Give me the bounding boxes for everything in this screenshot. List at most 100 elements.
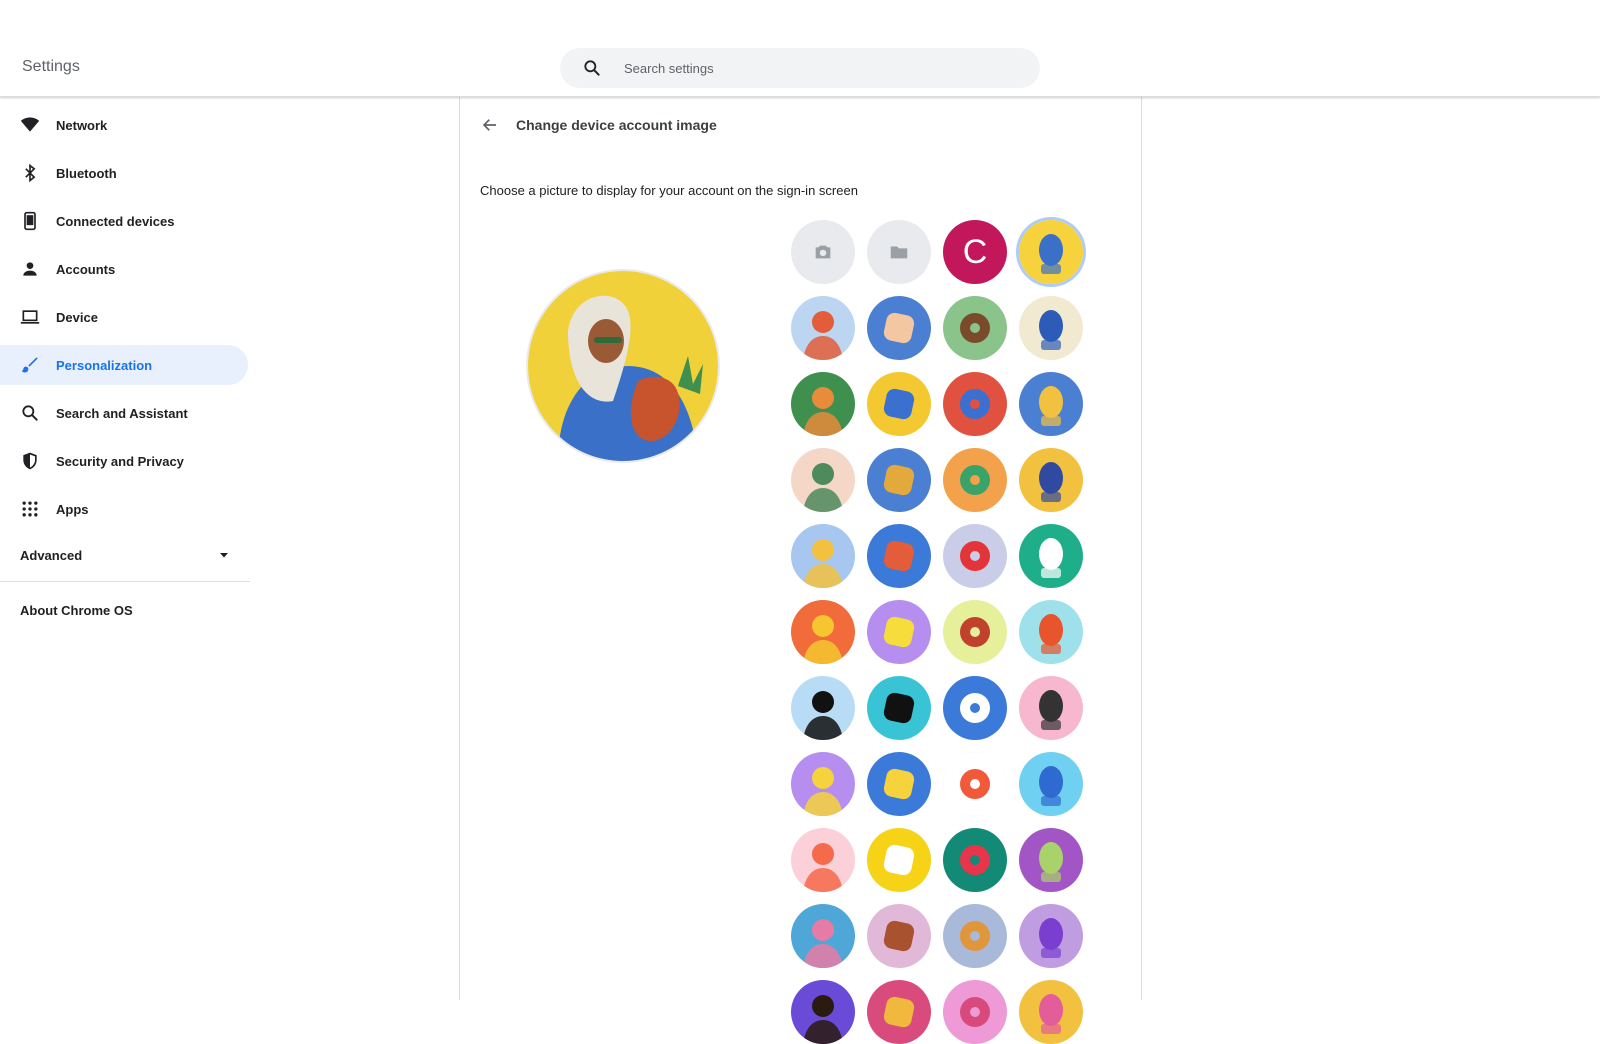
app-title: Settings: [22, 58, 80, 75]
avatar-illustration: [791, 676, 855, 740]
advanced-toggle[interactable]: Advanced: [0, 535, 248, 575]
avatar-option[interactable]: [867, 904, 931, 968]
avatar-option[interactable]: [867, 524, 931, 588]
avatar-illustration: [1019, 752, 1083, 816]
avatar-illustration: [943, 980, 1007, 1044]
sidebar-divider: [0, 581, 250, 582]
selected-avatar-preview: [526, 269, 720, 463]
back-arrow-icon[interactable]: [480, 115, 500, 135]
avatar-option[interactable]: [867, 980, 931, 1044]
avatar-option[interactable]: [943, 828, 1007, 892]
sidebar-item-bluetooth[interactable]: Bluetooth: [0, 153, 248, 193]
avatar-illustration: [943, 828, 1007, 892]
sidebar-item-label: Accounts: [56, 261, 116, 277]
avatar-option[interactable]: [1019, 980, 1083, 1044]
dropdown-arrow-icon: [218, 549, 230, 561]
sidebar-item-label: Search and Assistant: [56, 405, 188, 421]
avatar-option[interactable]: [867, 448, 931, 512]
avatar-illustration: [1019, 372, 1083, 436]
avatar-illustration: [943, 904, 1007, 968]
folder-icon: [890, 246, 908, 259]
sidebar-item-network[interactable]: Network: [0, 105, 248, 145]
search-icon: [582, 58, 602, 78]
avatar-option[interactable]: [943, 296, 1007, 360]
choose-file-option[interactable]: [867, 220, 931, 284]
avatar-option[interactable]: [1019, 828, 1083, 892]
sidebar-item-label: Bluetooth: [56, 165, 117, 181]
avatar-illustration: [943, 296, 1007, 360]
avatar-illustration: [791, 524, 855, 588]
avatar-option[interactable]: [943, 904, 1007, 968]
avatar-option[interactable]: [867, 828, 931, 892]
avatar-option[interactable]: [791, 448, 855, 512]
avatar-illustration: [1019, 828, 1083, 892]
avatar-option[interactable]: [1019, 524, 1083, 588]
avatar-option[interactable]: [791, 676, 855, 740]
sidebar: Network Bluetooth Connected devices Acco…: [0, 97, 250, 1000]
search-box[interactable]: [560, 48, 1040, 88]
search-icon: [20, 403, 40, 423]
sidebar-item-apps[interactable]: Apps: [0, 489, 248, 529]
avatar-option[interactable]: [867, 752, 931, 816]
initial-letter: C: [962, 232, 988, 271]
avatar-option[interactable]: [943, 676, 1007, 740]
search-input[interactable]: [622, 59, 1006, 77]
avatar-option[interactable]: [1019, 904, 1083, 968]
sidebar-item-accounts[interactable]: Accounts: [0, 249, 248, 289]
sidebar-item-label: Apps: [56, 501, 89, 517]
avatar-illustration: [867, 296, 931, 360]
sidebar-item-connected-devices[interactable]: Connected devices: [0, 201, 248, 241]
avatar-option[interactable]: [943, 372, 1007, 436]
sidebar-item-device[interactable]: Device: [0, 297, 248, 337]
avatar-option[interactable]: [867, 600, 931, 664]
avatar-option[interactable]: [943, 448, 1007, 512]
avatar-illustration: [791, 600, 855, 664]
avatar-option[interactable]: [791, 600, 855, 664]
avatar-illustration: [1019, 904, 1083, 968]
avatar-illustration: [867, 372, 931, 436]
laptop-icon: [20, 307, 40, 327]
phone-icon: [20, 211, 40, 231]
take-photo-option[interactable]: [791, 220, 855, 284]
avatar-option[interactable]: [1019, 220, 1083, 284]
avatar-option[interactable]: [791, 296, 855, 360]
avatar-option[interactable]: [943, 752, 1007, 816]
avatar-grid: C: [791, 220, 1083, 1044]
page-title: Change device account image: [516, 117, 717, 133]
avatar-option[interactable]: [791, 524, 855, 588]
avatar-illustration: [1019, 448, 1083, 512]
avatar-option[interactable]: [791, 372, 855, 436]
avatar-option[interactable]: [1019, 372, 1083, 436]
subpage-header: Change device account image: [480, 111, 717, 139]
avatar-illustration: [1019, 676, 1083, 740]
avatar-illustration: [867, 600, 931, 664]
avatar-option[interactable]: [791, 828, 855, 892]
avatar-illustration: [943, 752, 1007, 816]
avatar-illustration: [791, 448, 855, 512]
avatar-option[interactable]: [791, 904, 855, 968]
avatar-option[interactable]: [1019, 752, 1083, 816]
avatar-option[interactable]: [1019, 296, 1083, 360]
avatar-option[interactable]: [943, 980, 1007, 1044]
avatar-option[interactable]: [867, 296, 931, 360]
avatar-option[interactable]: [943, 524, 1007, 588]
avatar-option[interactable]: [791, 980, 855, 1044]
avatar-illustration: [943, 600, 1007, 664]
avatar-illustration: [867, 448, 931, 512]
app-header: Settings: [0, 0, 1600, 97]
sidebar-item-personalization[interactable]: Personalization: [0, 345, 248, 385]
avatar-option[interactable]: [1019, 676, 1083, 740]
avatar-illustration: [867, 752, 931, 816]
avatar-option[interactable]: [867, 676, 931, 740]
person-icon: [20, 259, 40, 279]
avatar-option[interactable]: [791, 752, 855, 816]
sidebar-item-about[interactable]: About Chrome OS: [0, 590, 250, 630]
avatar-option[interactable]: [943, 600, 1007, 664]
initial-avatar-option[interactable]: C: [943, 220, 1007, 284]
avatar-option[interactable]: [867, 372, 931, 436]
avatar-option[interactable]: [1019, 600, 1083, 664]
sidebar-item-security-and-privacy[interactable]: Security and Privacy: [0, 441, 248, 481]
avatar-option[interactable]: [1019, 448, 1083, 512]
bluetooth-icon: [20, 163, 40, 183]
sidebar-item-search-and-assistant[interactable]: Search and Assistant: [0, 393, 248, 433]
